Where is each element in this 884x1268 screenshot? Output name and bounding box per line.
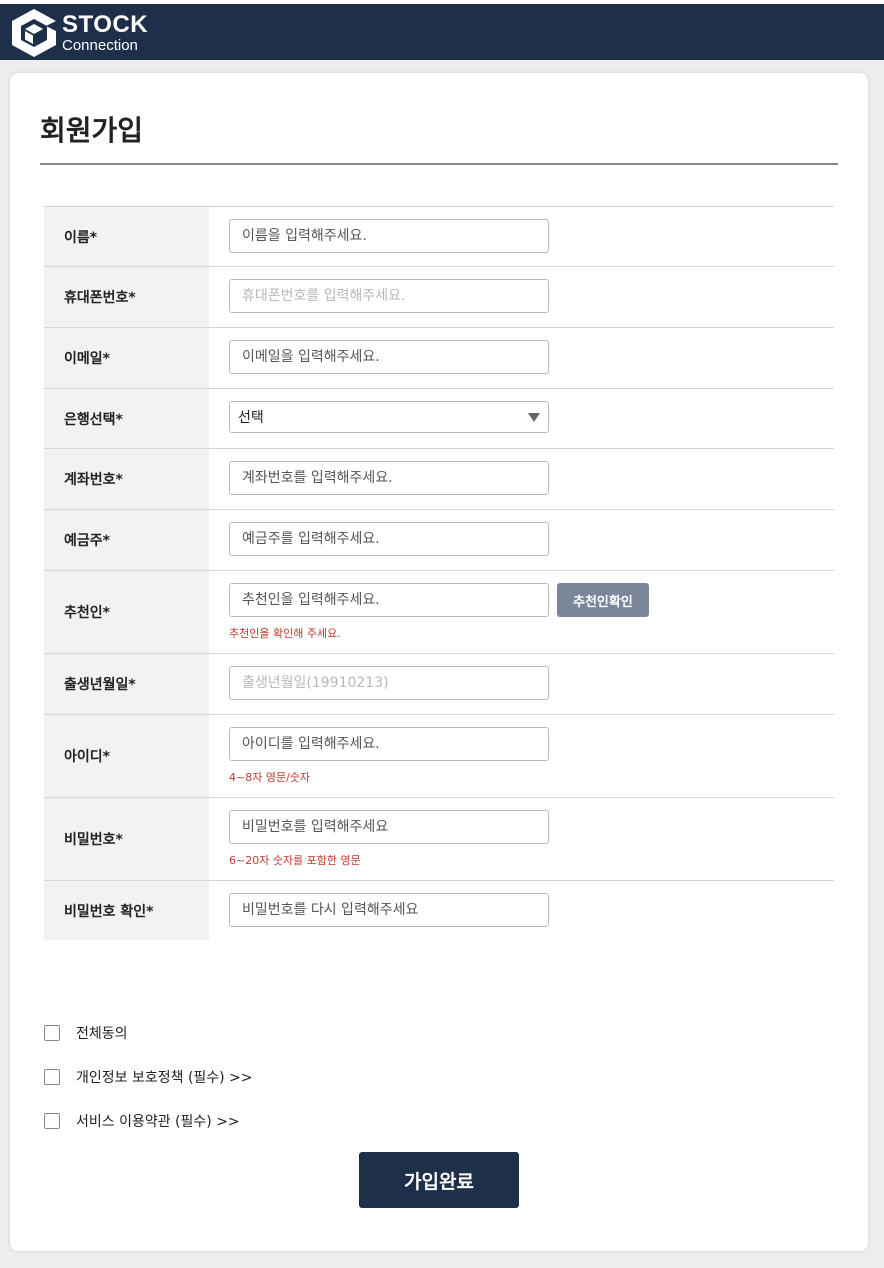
cube-logo-icon	[12, 9, 56, 57]
form-row-email: 이메일*	[44, 328, 834, 389]
agree-all-checkbox[interactable]	[44, 1025, 60, 1041]
logo-text: STOCK Connection	[62, 11, 149, 54]
userid-hint: 4~8자 영문/숫자	[229, 771, 311, 784]
agreement-list: 전체동의 개인정보 보호정책 (필수) >> 서비스 이용약관 (필수) >>	[44, 1011, 253, 1143]
birth-label: 출생년월일*	[44, 654, 209, 714]
form-row-password: 비밀번호* 6~20자 숫자를 포함한 영문	[44, 798, 834, 881]
account-label: 계좌번호*	[44, 449, 209, 509]
chevron-down-icon	[528, 412, 540, 422]
top-header: STOCK Connection	[0, 4, 884, 60]
form-row-userid: 아이디* 4~8자 영문/숫자	[44, 715, 834, 798]
holder-label: 예금주*	[44, 510, 209, 570]
birth-input[interactable]	[229, 666, 549, 700]
agree-terms-checkbox[interactable]	[44, 1113, 60, 1129]
form-row-holder: 예금주*	[44, 510, 834, 571]
title-divider	[40, 163, 838, 165]
referrer-label: 추천인*	[44, 571, 209, 653]
form-row-phone: 휴대폰번호*	[44, 267, 834, 328]
email-input[interactable]	[229, 340, 549, 374]
password-label: 비밀번호*	[44, 798, 209, 880]
name-label: 이름*	[44, 207, 209, 266]
bank-select[interactable]: 선택	[229, 401, 549, 433]
password-input[interactable]	[229, 810, 549, 844]
form-row-birth: 출생년월일*	[44, 654, 834, 715]
userid-label: 아이디*	[44, 715, 209, 797]
userid-input[interactable]	[229, 727, 549, 761]
agree-privacy-label[interactable]: 개인정보 보호정책 (필수) >>	[76, 1067, 253, 1087]
name-input[interactable]	[229, 219, 549, 253]
agree-all-label: 전체동의	[76, 1026, 128, 1042]
signup-card: 회원가입 이름* 휴대폰번호* 이메일* 은행선택* 선택	[10, 73, 868, 1251]
logo-stock: STOCK	[62, 11, 149, 38]
holder-input[interactable]	[229, 522, 549, 556]
form-row-account: 계좌번호*	[44, 449, 834, 510]
form-row-bank: 은행선택* 선택	[44, 389, 834, 449]
phone-label: 휴대폰번호*	[44, 267, 209, 327]
email-label: 이메일*	[44, 328, 209, 388]
form-row-referrer: 추천인* 추천인확인 추천인을 확인해 주세요.	[44, 571, 834, 654]
password-confirm-input[interactable]	[229, 893, 549, 927]
agree-all-item[interactable]: 전체동의	[44, 1011, 253, 1055]
page-title: 회원가입	[40, 114, 144, 147]
verify-referrer-button[interactable]: 추천인확인	[557, 583, 649, 617]
bank-label: 은행선택*	[44, 389, 209, 448]
account-input[interactable]	[229, 461, 549, 495]
form-row-name: 이름*	[44, 207, 834, 267]
password-confirm-label: 비밀번호 확인*	[44, 881, 209, 940]
password-hint: 6~20자 숫자를 포함한 영문	[229, 854, 361, 867]
phone-input[interactable]	[229, 279, 549, 313]
agree-terms-item[interactable]: 서비스 이용약관 (필수) >>	[44, 1099, 253, 1143]
logo[interactable]: STOCK Connection	[10, 6, 170, 60]
agree-privacy-item[interactable]: 개인정보 보호정책 (필수) >>	[44, 1055, 253, 1099]
agree-privacy-checkbox[interactable]	[44, 1069, 60, 1085]
logo-connection: Connection	[62, 37, 138, 54]
agree-terms-label[interactable]: 서비스 이용약관 (필수) >>	[76, 1111, 240, 1131]
referrer-input[interactable]	[229, 583, 549, 617]
bank-select-value: 선택	[238, 410, 264, 426]
form-row-password-confirm: 비밀번호 확인*	[44, 881, 834, 940]
signup-form: 이름* 휴대폰번호* 이메일* 은행선택* 선택 계좌번호*	[44, 206, 834, 940]
submit-signup-button[interactable]: 가입완료	[359, 1152, 519, 1208]
referrer-hint: 추천인을 확인해 주세요.	[229, 627, 341, 640]
